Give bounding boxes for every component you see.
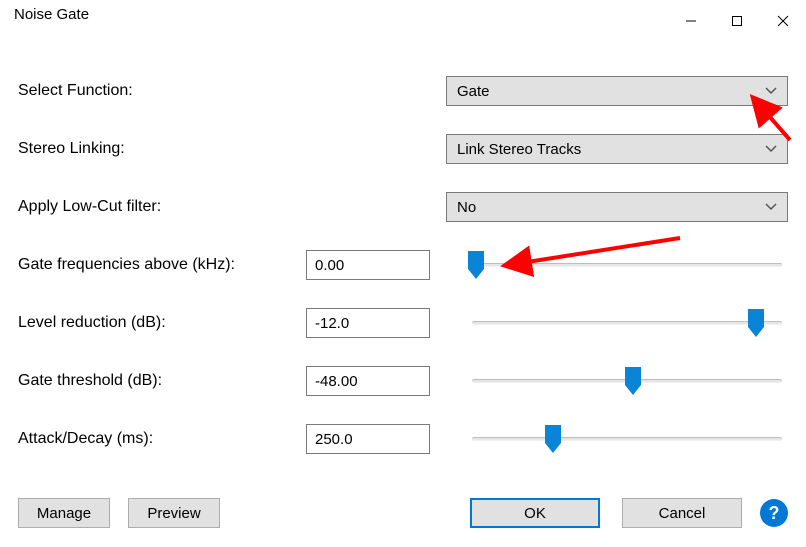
select-function-dropdown[interactable]: Gate [446,76,788,106]
window-controls [668,6,806,36]
slider-track [472,379,782,383]
level-reduction-slider[interactable] [466,308,788,338]
label-gate-freq: Gate frequencies above (kHz): [18,256,306,274]
chevron-down-icon [765,203,777,211]
row-select-function: Select Function: Gate [18,76,788,106]
slider-track [472,321,782,325]
row-low-cut: Apply Low-Cut filter: No [18,192,788,222]
button-bar: Manage Preview OK Cancel ? [18,495,788,531]
ok-button[interactable]: OK [470,498,600,528]
attack-decay-input[interactable]: 250.0 [306,424,430,454]
stereo-linking-dropdown[interactable]: Link Stereo Tracks [446,134,788,164]
gate-freq-slider[interactable] [466,250,788,280]
attack-decay-slider[interactable] [466,424,788,454]
label-attack-decay: Attack/Decay (ms): [18,430,306,448]
close-button[interactable] [760,6,806,36]
titlebar: Noise Gate [0,0,806,40]
dropdown-value: Gate [457,83,490,100]
label-stereo-linking: Stereo Linking: [18,140,306,158]
row-stereo-linking: Stereo Linking: Link Stereo Tracks [18,134,788,164]
preview-button[interactable]: Preview [128,498,220,528]
row-gate-threshold: Gate threshold (dB): -48.00 [18,366,788,396]
label-select-function: Select Function: [18,82,306,100]
row-level-reduction: Level reduction (dB): -12.0 [18,308,788,338]
chevron-down-icon [765,87,777,95]
label-level-reduction: Level reduction (dB): [18,314,306,332]
gate-threshold-slider[interactable] [466,366,788,396]
slider-track [472,437,782,441]
label-low-cut: Apply Low-Cut filter: [18,198,306,216]
row-attack-decay: Attack/Decay (ms): 250.0 [18,424,788,454]
maximize-button[interactable] [714,6,760,36]
window-title: Noise Gate [14,6,89,23]
help-button[interactable]: ? [760,499,788,527]
gate-freq-input[interactable]: 0.00 [306,250,430,280]
level-reduction-input[interactable]: -12.0 [306,308,430,338]
dropdown-value: No [457,199,476,216]
slider-track [472,263,782,267]
chevron-down-icon [765,145,777,153]
dropdown-value: Link Stereo Tracks [457,141,581,158]
row-gate-freq: Gate frequencies above (kHz): 0.00 [18,250,788,280]
minimize-button[interactable] [668,6,714,36]
cancel-button[interactable]: Cancel [622,498,742,528]
gate-threshold-input[interactable]: -48.00 [306,366,430,396]
dialog-content: Select Function: Gate Stereo Linking: Li… [0,40,806,547]
low-cut-dropdown[interactable]: No [446,192,788,222]
manage-button[interactable]: Manage [18,498,110,528]
label-gate-threshold: Gate threshold (dB): [18,372,306,390]
